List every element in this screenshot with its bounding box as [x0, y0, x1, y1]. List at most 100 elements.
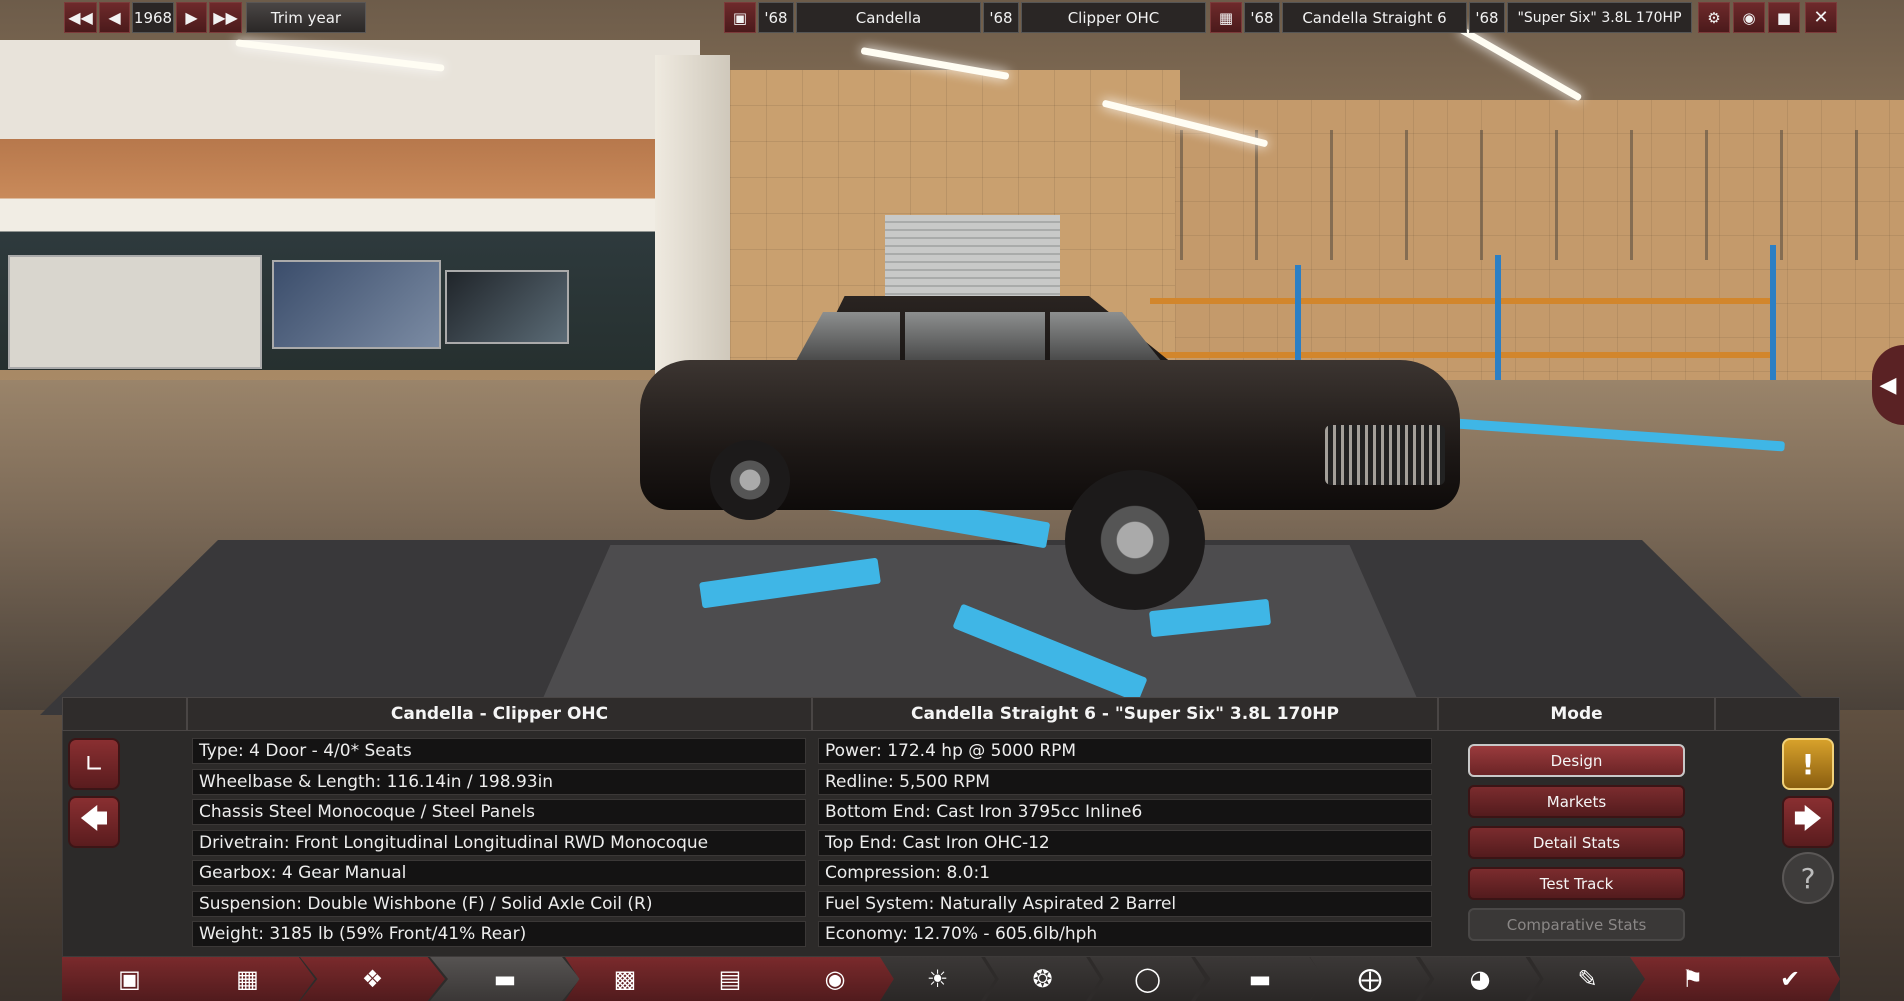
save-button[interactable]: ■: [1768, 2, 1800, 33]
model-year: '68: [758, 2, 794, 33]
screenshot-button[interactable]: ◉: [1733, 2, 1765, 33]
engine-icon: ◉: [824, 965, 846, 993]
car-model-icon: ▣: [118, 965, 141, 993]
car-icon: ▣: [732, 8, 748, 27]
variant-name[interactable]: "Super Six" 3.8L 170HP: [1507, 2, 1692, 33]
close-icon: ✕: [1813, 7, 1829, 28]
variant-year: '68: [1469, 2, 1505, 33]
car-stat-weight: Weight: 3185 lb (59% Front/41% Rear): [192, 921, 806, 947]
engine-name[interactable]: Candella Straight 6: [1282, 2, 1467, 33]
car-stat-gearbox: Gearbox: 4 Gear Manual: [192, 860, 806, 886]
engine-stats-header: Candella Straight 6 - "Super Six" 3.8L 1…: [812, 697, 1438, 731]
nav-interior[interactable]: ▤: [670, 957, 790, 1001]
warning-button[interactable]: !: [1782, 738, 1834, 790]
nav-tuning[interactable]: ◕: [1420, 957, 1540, 1001]
fast-forward-icon: ▶▶: [213, 7, 238, 27]
year-forward-button[interactable]: ▶: [176, 2, 207, 33]
nav-fixtures[interactable]: ▩: [565, 957, 685, 1001]
nav-chassis[interactable]: ▦: [180, 957, 315, 1001]
year-back-button[interactable]: ◀: [99, 2, 130, 33]
car-wheel: [1065, 470, 1205, 610]
mode-design-button[interactable]: Design: [1468, 744, 1685, 777]
engine-stat-fuel-system: Fuel System: Naturally Aspirated 2 Barre…: [818, 891, 1432, 917]
brakes-icon: ◯: [1134, 965, 1161, 993]
car-wheel: [710, 440, 790, 520]
aero-icon: ▬: [1248, 965, 1272, 993]
nav-car-model[interactable]: ▣: [62, 957, 197, 1001]
nav-brakes[interactable]: ◯: [1090, 957, 1205, 1001]
arrow-left-icon: 🡄: [79, 802, 109, 835]
body-icon: ▬: [493, 965, 517, 993]
gearbox-icon: ☀: [926, 965, 949, 993]
car-stat-wheelbase: Wheelbase & Length: 116.14in / 198.93in: [192, 769, 806, 795]
car-stat-type: Type: 4 Door - 4/0* Seats: [192, 738, 806, 764]
engine-stat-power: Power: 172.4 hp @ 5000 RPM: [818, 738, 1432, 764]
shelf: [1150, 298, 1770, 304]
model-name[interactable]: Candella: [796, 2, 981, 33]
garage-windows: [1180, 130, 1904, 260]
mode-detail-stats-button[interactable]: Detail Stats: [1468, 826, 1685, 859]
axis-view-button[interactable]: ∟: [68, 738, 120, 790]
engine-stat-compression: Compression: 8.0:1: [818, 860, 1432, 886]
suspension-icon: ❖: [361, 965, 384, 993]
warning-icon: !: [1801, 747, 1815, 781]
step-forward-icon: ▶: [185, 7, 198, 27]
testing-icon: ✎: [1577, 965, 1598, 993]
year-rewind-button[interactable]: ◀◀: [64, 2, 97, 33]
checkered-flag-icon: ⚑: [1681, 965, 1704, 993]
mode-test-track-button[interactable]: Test Track: [1468, 867, 1685, 900]
nav-wheels[interactable]: ❂: [985, 957, 1100, 1001]
steering-icon: ⨁: [1358, 965, 1382, 993]
trim-year-button[interactable]: Trim year: [246, 2, 366, 33]
fixtures-icon: ▩: [613, 965, 637, 993]
tuning-icon: ◕: [1469, 965, 1491, 993]
help-button[interactable]: ?: [1782, 852, 1834, 904]
trim-name[interactable]: Clipper OHC: [1021, 2, 1206, 33]
nav-test-drive[interactable]: ⚑: [1630, 957, 1755, 1001]
interior-icon: ▤: [718, 965, 742, 993]
car-poster: [8, 255, 262, 369]
finish-icon: ✔: [1779, 965, 1801, 993]
mode-comparative-stats-button[interactable]: Comparative Stats: [1468, 908, 1685, 941]
nav-aero[interactable]: ▬: [1195, 957, 1325, 1001]
right-tools-header: [1715, 697, 1840, 731]
year-display: 1968: [132, 2, 174, 33]
wheels-icon: ❂: [1032, 965, 1053, 993]
axis-icon: ∟: [83, 750, 105, 778]
settings-button[interactable]: ⚙: [1698, 2, 1730, 33]
car-grille: [1325, 425, 1445, 485]
back-button[interactable]: 🡄: [68, 796, 120, 848]
nav-suspension[interactable]: ❖: [300, 957, 445, 1001]
nav-body[interactable]: ▬: [430, 957, 580, 1001]
engine-stat-bottom-end: Bottom End: Cast Iron 3795cc Inline6: [818, 799, 1432, 825]
save-icon: ■: [1776, 8, 1792, 27]
step-back-icon: ◀: [108, 7, 121, 27]
nav-engine[interactable]: ◉: [775, 957, 895, 1001]
car-poster: [445, 270, 569, 344]
engine-stat-redline: Redline: 5,500 RPM: [818, 769, 1432, 795]
engine-family-button[interactable]: ▦: [1210, 2, 1242, 33]
engine-icon: ▦: [1218, 8, 1234, 27]
nav-testing[interactable]: ✎: [1530, 957, 1645, 1001]
car-model-button[interactable]: ▣: [724, 2, 756, 33]
car-poster: [272, 260, 441, 349]
help-icon: ?: [1800, 861, 1816, 895]
engine-stat-top-end: Top End: Cast Iron OHC-12: [818, 830, 1432, 856]
car-stat-chassis: Chassis Steel Monocoque / Steel Panels: [192, 799, 806, 825]
close-button[interactable]: ✕: [1805, 2, 1837, 33]
car-stats-header: Candella - Clipper OHC: [187, 697, 812, 731]
left-tools-header: [62, 697, 187, 731]
camera-icon: ◉: [1742, 8, 1756, 27]
chevron-left-icon: ◀: [1879, 372, 1897, 398]
ceiling-light: [1457, 25, 1583, 102]
next-button[interactable]: 🡆: [1782, 796, 1834, 848]
nav-finish[interactable]: ✔: [1740, 957, 1840, 1001]
year-fast-forward-button[interactable]: ▶▶: [209, 2, 242, 33]
mode-header: Mode: [1438, 697, 1715, 731]
engine-year: '68: [1244, 2, 1280, 33]
engine-stat-economy: Economy: 12.70% - 605.6lb/hph: [818, 921, 1432, 947]
nav-steering[interactable]: ⨁: [1310, 957, 1430, 1001]
mode-markets-button[interactable]: Markets: [1468, 785, 1685, 818]
nav-gearbox[interactable]: ☀: [880, 957, 995, 1001]
chassis-icon: ▦: [236, 965, 259, 993]
